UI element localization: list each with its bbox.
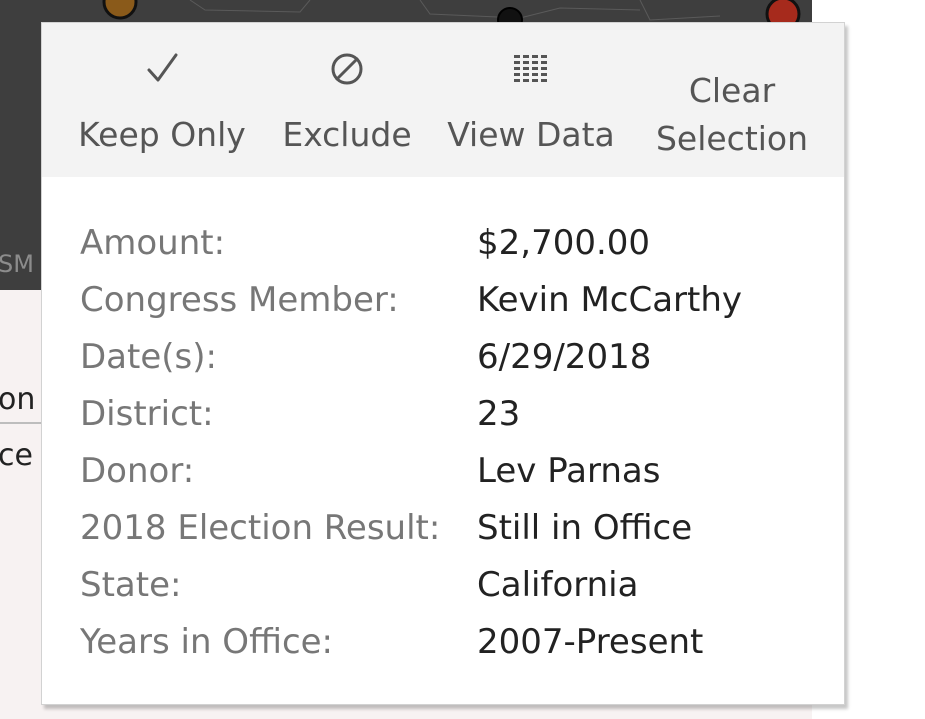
field-label: Congress Member:	[80, 280, 399, 320]
field-row-donor: Donor: Lev Parnas	[80, 447, 820, 504]
field-label: 2018 Election Result:	[80, 508, 441, 548]
field-label: Donor:	[80, 451, 195, 491]
field-label: Years in Office:	[80, 622, 334, 662]
field-row-congress-member: Congress Member: Kevin McCarthy	[80, 276, 820, 333]
map-corner-label: SM	[0, 250, 34, 278]
field-value: $2,700.00	[477, 223, 651, 263]
field-value: 23	[477, 394, 521, 434]
tooltip: Keep Only Exclude View Data Clear Select…	[41, 22, 845, 705]
field-label: Date(s):	[80, 337, 217, 377]
field-value: Still in Office	[477, 508, 693, 548]
grid-icon	[446, 51, 616, 87]
field-label: Amount:	[80, 223, 226, 263]
field-value: 2007-Present	[477, 622, 704, 662]
field-row-state: State: California	[80, 561, 820, 618]
background-text: ce	[0, 438, 33, 473]
field-value: 6/29/2018	[477, 337, 652, 377]
field-row-years-in-office: Years in Office: 2007-Present	[80, 618, 820, 675]
field-row-district: District: 23	[80, 390, 820, 447]
view-data-button[interactable]: View Data	[446, 23, 616, 177]
keep-only-label: Keep Only	[78, 115, 246, 154]
background-text: on	[0, 382, 36, 417]
clear-selection-label: Clear Selection	[655, 71, 809, 158]
field-value: Kevin McCarthy	[477, 280, 743, 320]
view-data-label: View Data	[447, 115, 615, 154]
exclude-label: Exclude	[282, 115, 412, 154]
exclude-button[interactable]: Exclude	[282, 23, 412, 177]
map-marker[interactable]	[102, 0, 138, 20]
field-label: State:	[80, 565, 182, 605]
checkmark-icon	[72, 51, 252, 87]
field-row-election-result: 2018 Election Result: Still in Office	[80, 504, 820, 561]
field-row-amount: Amount: $2,700.00	[80, 219, 820, 276]
field-label: District:	[80, 394, 214, 434]
tooltip-fields: Amount: $2,700.00 Congress Member: Kevin…	[80, 219, 820, 675]
no-entry-icon	[282, 51, 412, 87]
field-value: Lev Parnas	[477, 451, 661, 491]
clear-selection-button[interactable]: Clear Selection	[646, 23, 818, 177]
keep-only-button[interactable]: Keep Only	[72, 23, 252, 177]
background-divider	[0, 422, 42, 424]
field-row-dates: Date(s): 6/29/2018	[80, 333, 820, 390]
field-value: California	[477, 565, 639, 605]
tooltip-toolbar: Keep Only Exclude View Data Clear Select…	[42, 23, 844, 177]
